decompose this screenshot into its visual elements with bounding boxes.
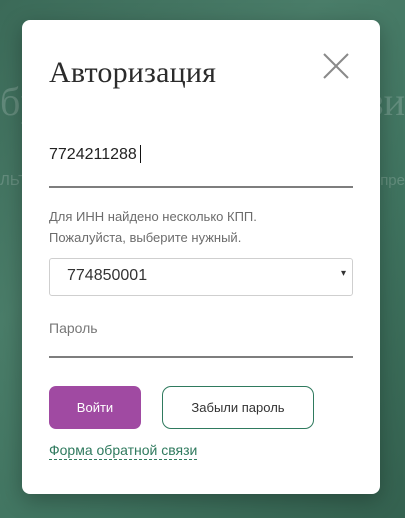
kpp-hint-line2: Пожалуйста, выберите нужный. bbox=[49, 230, 242, 245]
close-button[interactable] bbox=[321, 51, 351, 81]
text-caret bbox=[140, 145, 141, 163]
inn-field-wrapper bbox=[49, 140, 353, 188]
auth-modal: Авторизация Для ИНН найдено несколько КП… bbox=[22, 20, 380, 494]
kpp-select[interactable]: 774850001 ▾ bbox=[49, 258, 353, 296]
kpp-selected-value: 774850001 bbox=[67, 267, 148, 284]
password-input[interactable] bbox=[49, 316, 353, 340]
login-button[interactable]: Войти bbox=[49, 386, 141, 429]
modal-title: Авторизация bbox=[49, 56, 217, 89]
kpp-hint: Для ИНН найдено несколько КПП. Пожалуйст… bbox=[49, 206, 349, 248]
password-field-wrapper bbox=[49, 316, 353, 358]
kpp-hint-line1: Для ИНН найдено несколько КПП. bbox=[49, 209, 257, 224]
forgot-password-button[interactable]: Забыли пароль bbox=[162, 386, 314, 429]
feedback-form-link[interactable]: Форма обратной связи bbox=[49, 442, 198, 460]
inn-input[interactable] bbox=[49, 140, 353, 170]
chevron-down-icon: ▾ bbox=[340, 268, 346, 279]
page-background: бр зи ЛЬТ пре Авторизация Для ИНН найден… bbox=[0, 0, 405, 518]
background-subtext-right: пре bbox=[380, 172, 405, 189]
close-icon bbox=[323, 53, 349, 79]
